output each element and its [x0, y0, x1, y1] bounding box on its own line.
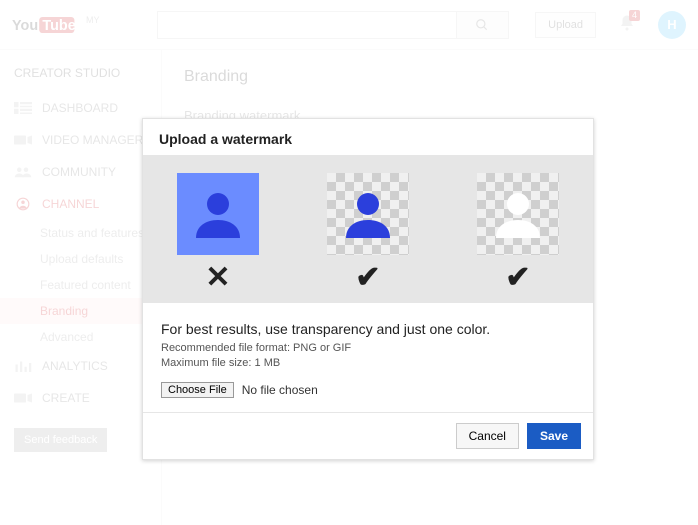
- sidebar-title: CREATOR STUDIO: [0, 66, 161, 92]
- send-feedback-button[interactable]: Send feedback: [14, 428, 107, 452]
- sidebar-label: VIDEO MANAGER: [42, 133, 143, 147]
- format-hint: Recommended file format: PNG or GIF: [161, 341, 575, 356]
- cancel-button[interactable]: Cancel: [456, 423, 519, 449]
- sidebar-item-channel[interactable]: CHANNEL: [0, 188, 161, 220]
- example-thumb-transparent-color: [327, 173, 409, 255]
- page-title: Branding: [184, 68, 676, 86]
- example-good-color: ✔: [327, 173, 409, 293]
- search-input[interactable]: [157, 11, 457, 39]
- notifications-button[interactable]: 4: [618, 14, 636, 35]
- example-thumb-solid: [177, 173, 259, 255]
- svg-text:Tube: Tube: [42, 17, 75, 33]
- watermark-tip: For best results, use transparency and j…: [161, 321, 575, 337]
- sidebar-label: DASHBOARD: [42, 101, 118, 115]
- sidebar-item-community[interactable]: COMMUNITY: [0, 156, 161, 188]
- logo-region: MY: [86, 15, 100, 25]
- video-icon: [14, 133, 32, 147]
- sidebar-item-video-manager[interactable]: VIDEO MANAGER: [0, 124, 161, 156]
- sidebar: CREATOR STUDIO DASHBOARD VIDEO MANAGER C…: [0, 50, 162, 525]
- sidebar-sub-status[interactable]: Status and features: [0, 220, 161, 246]
- dashboard-icon: [14, 101, 32, 115]
- save-button[interactable]: Save: [527, 423, 581, 449]
- community-icon: [14, 165, 32, 179]
- channel-icon: [14, 197, 32, 211]
- file-status: No file chosen: [242, 383, 318, 397]
- example-good-white: ✔: [477, 173, 559, 293]
- search-bar: [157, 11, 509, 39]
- sidebar-label: CHANNEL: [42, 197, 99, 211]
- sidebar-label: CREATE: [42, 391, 90, 405]
- upload-button[interactable]: Upload: [535, 12, 596, 38]
- sidebar-item-create[interactable]: CREATE: [0, 382, 161, 414]
- search-button[interactable]: [457, 11, 509, 39]
- choose-file-button[interactable]: Choose File: [161, 382, 234, 398]
- sidebar-sub-featured[interactable]: Featured content: [0, 272, 161, 298]
- check-icon: ✔: [355, 263, 380, 293]
- sidebar-label: ANALYTICS: [42, 359, 108, 373]
- account-avatar[interactable]: H: [658, 11, 686, 39]
- create-icon: [14, 391, 32, 405]
- upload-watermark-modal: Upload a watermark ✕ ✔ ✔ For best result…: [142, 118, 594, 460]
- modal-title: Upload a watermark: [143, 119, 593, 155]
- person-icon: [186, 182, 250, 246]
- sidebar-item-dashboard[interactable]: DASHBOARD: [0, 92, 161, 124]
- sidebar-sub-advanced[interactable]: Advanced: [0, 324, 161, 350]
- svg-text:You: You: [12, 17, 38, 33]
- sidebar-item-analytics[interactable]: ANALYTICS: [0, 350, 161, 382]
- analytics-icon: [14, 359, 32, 373]
- search-icon: [475, 18, 489, 32]
- notification-badge: 4: [629, 10, 640, 21]
- x-icon: ✕: [205, 263, 230, 293]
- person-icon: [336, 182, 400, 246]
- app-header: You Tube MY Upload 4 H: [0, 0, 698, 50]
- check-icon: ✔: [505, 263, 530, 293]
- person-icon: [486, 182, 550, 246]
- example-thumb-transparent-white: [477, 173, 559, 255]
- sidebar-sub-branding[interactable]: Branding: [0, 298, 161, 324]
- youtube-logo[interactable]: You Tube MY: [12, 11, 100, 39]
- sidebar-sub-upload-defaults[interactable]: Upload defaults: [0, 246, 161, 272]
- example-bad: ✕: [177, 173, 259, 293]
- sidebar-label: COMMUNITY: [42, 165, 116, 179]
- watermark-examples: ✕ ✔ ✔: [143, 155, 593, 303]
- size-hint: Maximum file size: 1 MB: [161, 356, 575, 371]
